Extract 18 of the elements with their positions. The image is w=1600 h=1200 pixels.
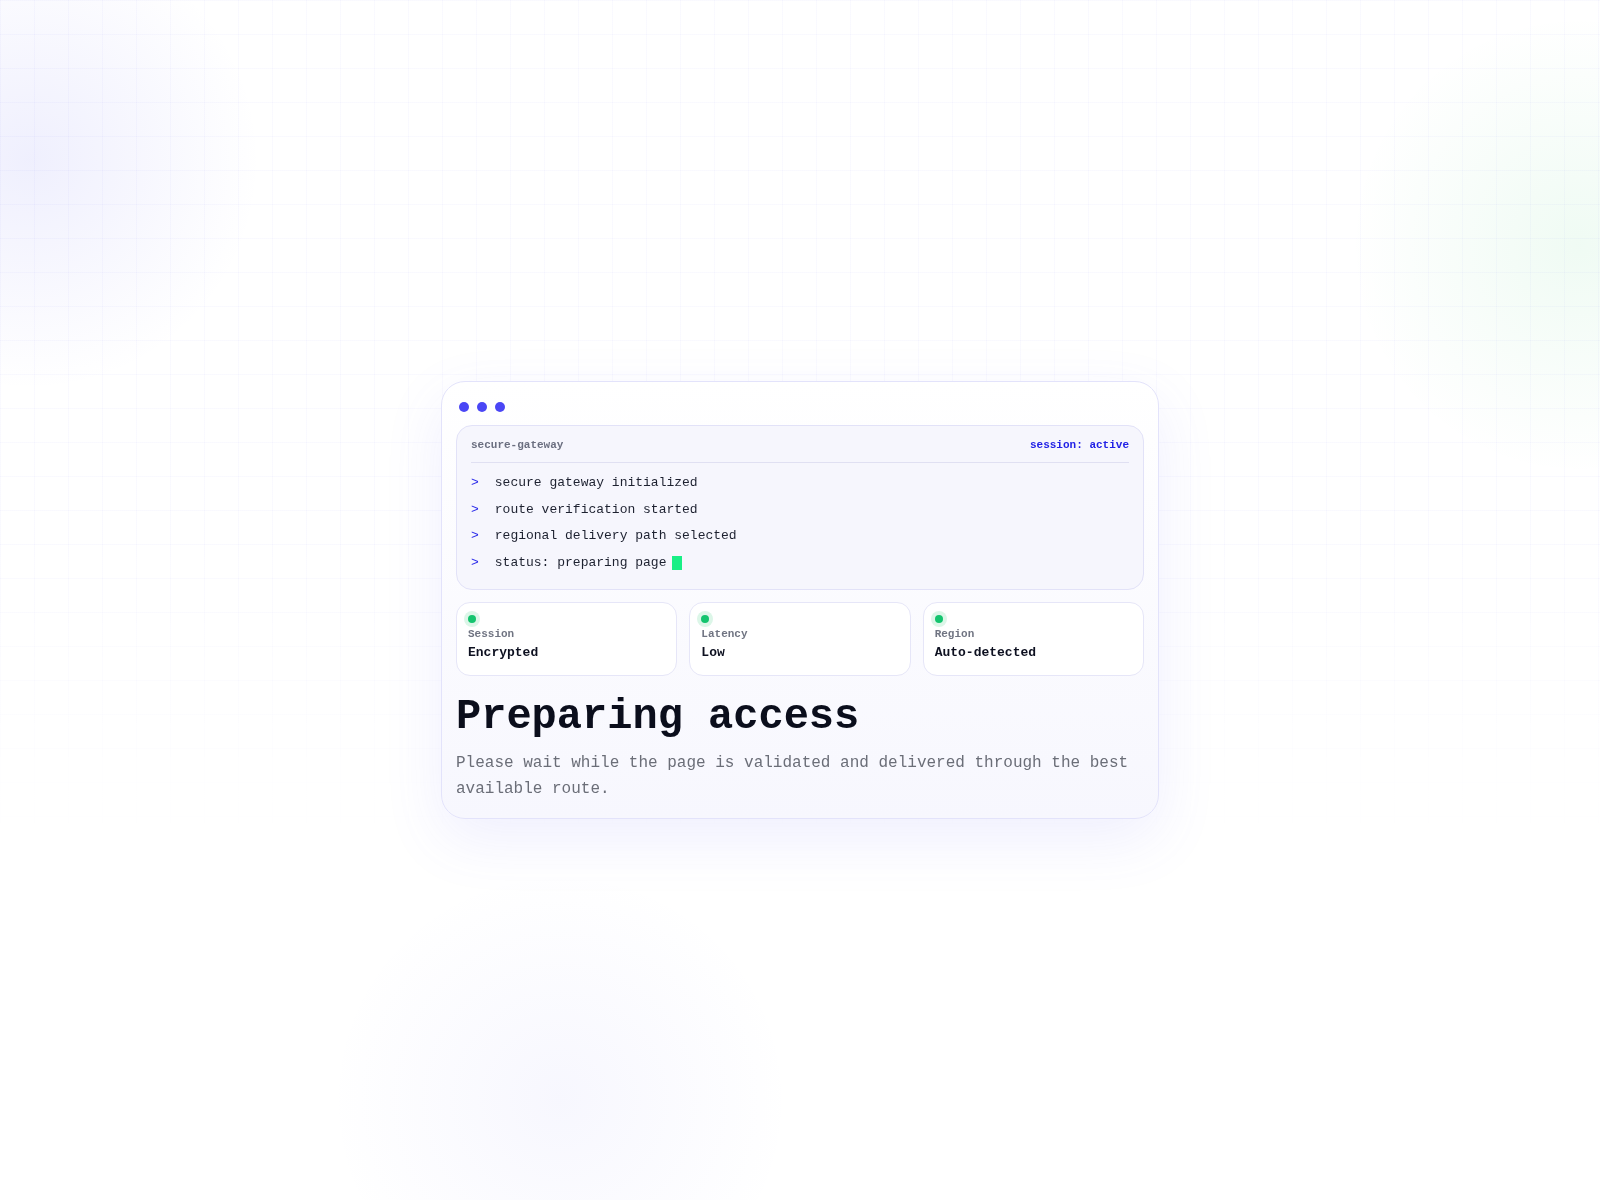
log-line: route verification started — [494, 500, 698, 519]
status-value: Encrypted — [468, 645, 539, 662]
status-value: Low — [701, 645, 725, 662]
status-label: Session — [468, 627, 515, 642]
log-line: secure gateway initialized — [494, 474, 698, 493]
prompt-symbol: > — [471, 474, 479, 493]
log-line: regional delivery path selected — [494, 527, 737, 546]
log-line: status: preparing page — [494, 553, 667, 572]
status-label: Region — [934, 627, 975, 642]
page-heading: Preparing access — [456, 694, 861, 741]
terminal-title: secure-gateway — [471, 438, 564, 453]
status-value: Auto-detected — [934, 645, 1037, 662]
description-text: Please wait while the page is validated and delivered through the best available route. — [456, 753, 1130, 800]
status-label: Latency — [701, 627, 748, 642]
session-status: session: active — [1029, 438, 1129, 453]
prompt-symbol: > — [471, 553, 479, 572]
prompt-symbol: > — [471, 527, 479, 546]
prompt-symbol: > — [471, 500, 479, 519]
